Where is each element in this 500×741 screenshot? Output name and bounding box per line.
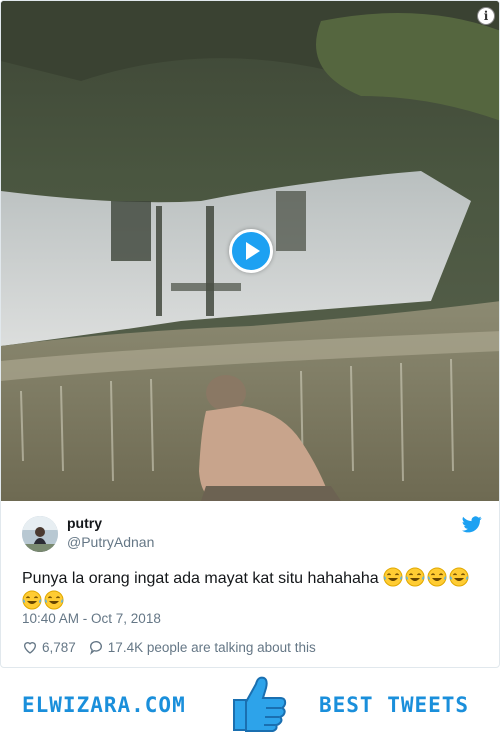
talking-about-link[interactable]: 17.4K people are talking about this xyxy=(108,640,316,655)
laughing-emoji-icon xyxy=(427,567,447,587)
like-count[interactable]: 6,787 xyxy=(42,640,76,655)
avatar[interactable] xyxy=(22,516,58,552)
laughing-emoji-icon xyxy=(383,567,403,587)
avatar-image xyxy=(22,516,58,552)
laughing-emoji-icon xyxy=(405,567,425,587)
twitter-bird-icon[interactable] xyxy=(462,516,482,533)
thumbs-up-icon xyxy=(233,676,287,732)
reply-bubble-icon[interactable] xyxy=(88,639,104,655)
laughing-emoji-icon xyxy=(44,590,64,610)
play-icon xyxy=(246,242,260,260)
tweet-timestamp[interactable]: 10:40 AM - Oct 7, 2018 xyxy=(22,611,161,626)
laughing-emoji-icon xyxy=(449,567,469,587)
tweet-card: i putry @PutryAdnan Punya la orang ingat… xyxy=(0,0,500,668)
tweet-actions: 6,787 17.4K people are talking about thi… xyxy=(22,638,316,656)
play-button[interactable] xyxy=(229,229,273,273)
laughing-emoji-icon xyxy=(22,590,42,610)
tweet-text: Punya la orang ingat ada mayat kat situ … xyxy=(22,567,482,613)
tweet-text-body: Punya la orang ingat ada mayat kat situ … xyxy=(22,570,379,587)
tweet-author[interactable]: putry @PutryAdnan xyxy=(22,514,482,554)
info-icon[interactable]: i xyxy=(477,7,495,25)
site-name[interactable]: ELWIZARA.COM xyxy=(22,693,186,717)
display-name[interactable]: putry xyxy=(67,515,102,531)
heart-icon[interactable] xyxy=(22,639,38,655)
banner-tagline: BEST TWEETS xyxy=(319,693,470,717)
video-thumbnail[interactable]: i xyxy=(1,1,499,501)
user-handle[interactable]: @PutryAdnan xyxy=(67,534,154,550)
promo-banner: ELWIZARA.COM BEST TWEETS xyxy=(0,668,500,741)
